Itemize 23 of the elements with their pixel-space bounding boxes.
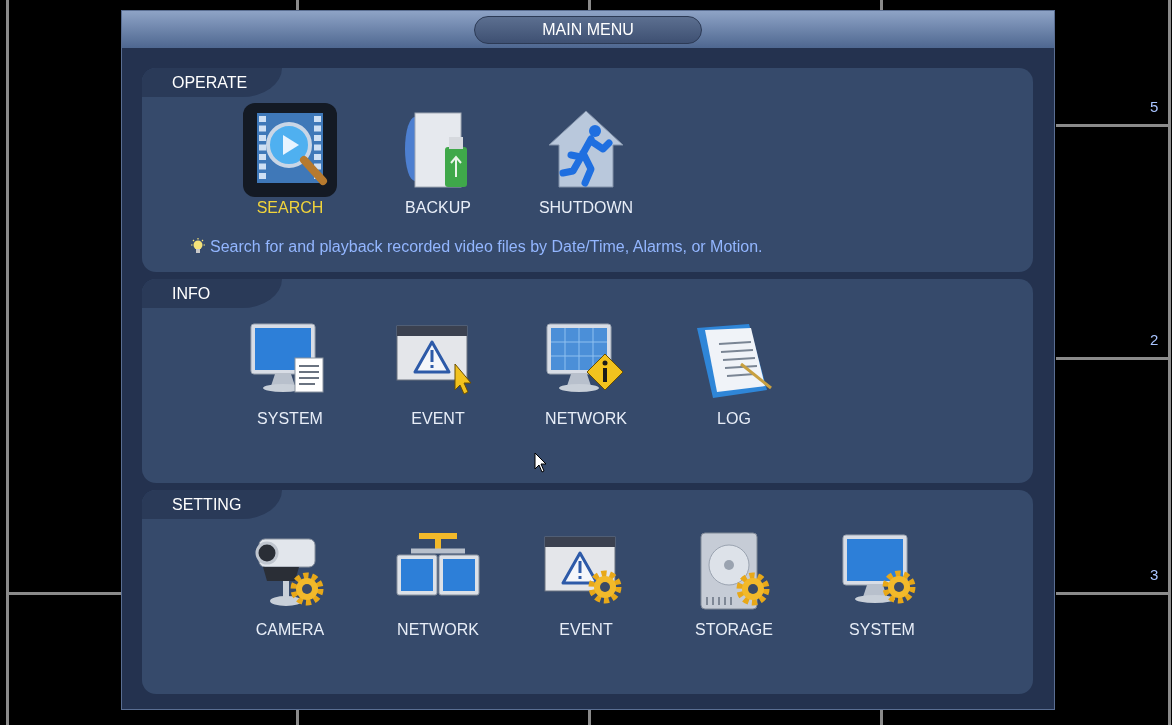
hint-text: Search for and playback recorded video files by Date/Time, Alarms, or Motion.	[210, 238, 763, 256]
mouse-pointer-icon	[534, 452, 548, 474]
menu-tile[interactable]: NETWORK	[364, 525, 512, 639]
menu-tile[interactable]: SYSTEM	[216, 314, 364, 428]
film-magnifier-icon	[243, 103, 337, 197]
section-header: OPERATE	[142, 68, 282, 97]
menu-tile[interactable]: EVENT	[512, 525, 660, 639]
section-header: INFO	[142, 279, 282, 308]
section-header: SETTING	[142, 490, 282, 519]
menu-tile[interactable]: LOG	[660, 314, 808, 428]
menu-tile[interactable]: STORAGE	[660, 525, 808, 639]
menu-tile[interactable]: SEARCH	[216, 103, 364, 217]
menu-tile[interactable]: BACKUP	[364, 103, 512, 217]
menu-tile[interactable]: EVENT	[364, 314, 512, 428]
channel-number: 3	[1150, 566, 1159, 583]
menu-tile[interactable]: NETWORK	[512, 314, 660, 428]
channel-number: 2	[1150, 331, 1159, 348]
menu-tile[interactable]: CAMERA	[216, 525, 364, 639]
menu-tile[interactable]: SHUTDOWN	[512, 103, 660, 217]
channel-number: 5	[1150, 98, 1159, 115]
menu-tile[interactable]: SYSTEM	[808, 525, 956, 639]
lightbulb-icon	[190, 238, 206, 256]
window-title: MAIN MENU	[474, 15, 702, 44]
